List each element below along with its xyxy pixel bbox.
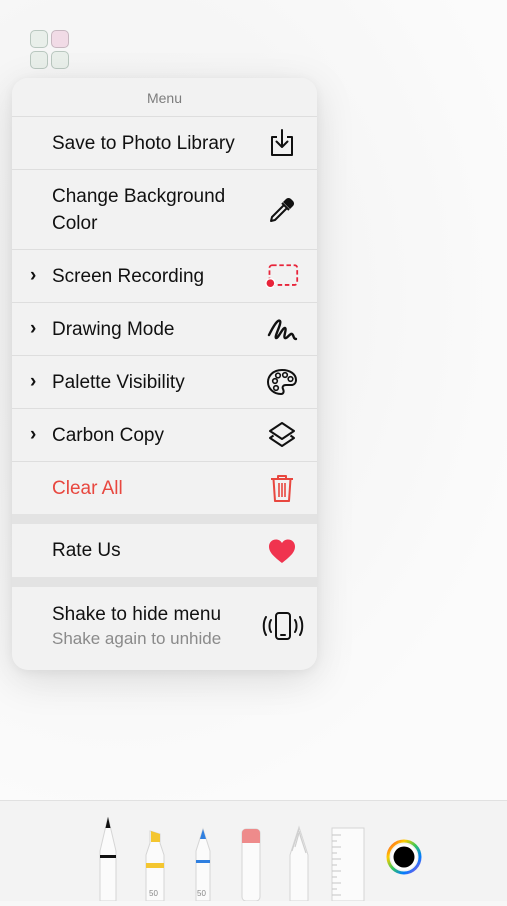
- menu-item-screen-recording[interactable]: › Screen Recording: [12, 249, 317, 302]
- menu-item-rate-us[interactable]: Rate Us: [12, 524, 317, 577]
- menu-item-label: Drawing Mode: [52, 318, 175, 340]
- menu-item-label: Palette Visibility: [52, 371, 185, 393]
- grid-cell-icon: [30, 30, 48, 48]
- menu-item-change-background-color[interactable]: Change Background Color: [12, 169, 317, 249]
- screen-recording-icon: [265, 259, 299, 293]
- menu-item-shake-to-hide[interactable]: Shake to hide menu Shake again to unhide: [12, 587, 317, 664]
- palette-icon: [265, 365, 299, 399]
- context-menu: Menu Save to Photo Library Change Backgr…: [12, 78, 317, 670]
- current-color-swatch: [393, 846, 415, 868]
- color-wheel-icon: [386, 839, 422, 875]
- grid-cell-icon: [51, 51, 69, 69]
- chevron-right-icon: ›: [30, 318, 37, 339]
- tool-palette: 50 50: [0, 800, 507, 902]
- eraser-icon: [241, 828, 261, 902]
- tool-lasso[interactable]: [287, 825, 311, 902]
- heart-icon: [265, 534, 299, 568]
- menu-item-label: Carbon Copy: [52, 424, 164, 446]
- chevron-right-icon: ›: [30, 424, 37, 445]
- chevron-right-icon: ›: [30, 371, 37, 392]
- grid-cell-icon: [30, 51, 48, 69]
- menu-separator: [12, 577, 317, 587]
- save-download-icon: [265, 126, 299, 160]
- tool-marker[interactable]: 50: [191, 827, 215, 902]
- menu-item-clear-all[interactable]: Clear All: [12, 461, 317, 514]
- app-grid-button[interactable]: [30, 30, 70, 70]
- menu-separator: [12, 514, 317, 524]
- pen-icon: [99, 816, 117, 902]
- menu-item-label: Screen Recording: [52, 265, 205, 287]
- tool-highlighter[interactable]: 50: [143, 829, 167, 902]
- menu-item-label: Rate Us: [52, 540, 121, 561]
- lasso-icon: [289, 825, 309, 902]
- menu-item-label: Clear All: [52, 477, 123, 499]
- menu-item-carbon-copy[interactable]: › Carbon Copy: [12, 408, 317, 461]
- menu-title: Menu: [12, 78, 317, 116]
- tool-ruler[interactable]: [331, 827, 365, 902]
- menu-item-palette-visibility[interactable]: › Palette Visibility: [12, 355, 317, 408]
- menu-item-drawing-mode[interactable]: › Drawing Mode: [12, 302, 317, 355]
- color-picker-button[interactable]: [386, 839, 422, 880]
- menu-item-label: Shake to hide menu: [52, 604, 222, 625]
- menu-item-label: Save to Photo Library: [52, 132, 235, 154]
- tool-pen[interactable]: [96, 815, 120, 902]
- menu-item-label: Change Background Color: [52, 185, 226, 234]
- menu-item-sublabel: Shake again to unhide: [52, 629, 222, 648]
- trash-icon: [265, 471, 299, 505]
- eyedropper-icon: [265, 193, 299, 227]
- ruler-icon: [331, 827, 365, 902]
- shake-phone-icon: [261, 609, 305, 643]
- layers-icon: [265, 418, 299, 452]
- tool-width-label: 50: [197, 889, 206, 898]
- scribble-icon: [265, 312, 299, 346]
- grid-cell-icon: [51, 30, 69, 48]
- menu-item-save-to-photo-library[interactable]: Save to Photo Library: [12, 116, 317, 169]
- chevron-right-icon: ›: [30, 265, 37, 286]
- tool-width-label: 50: [149, 889, 158, 898]
- tool-eraser[interactable]: [239, 827, 263, 902]
